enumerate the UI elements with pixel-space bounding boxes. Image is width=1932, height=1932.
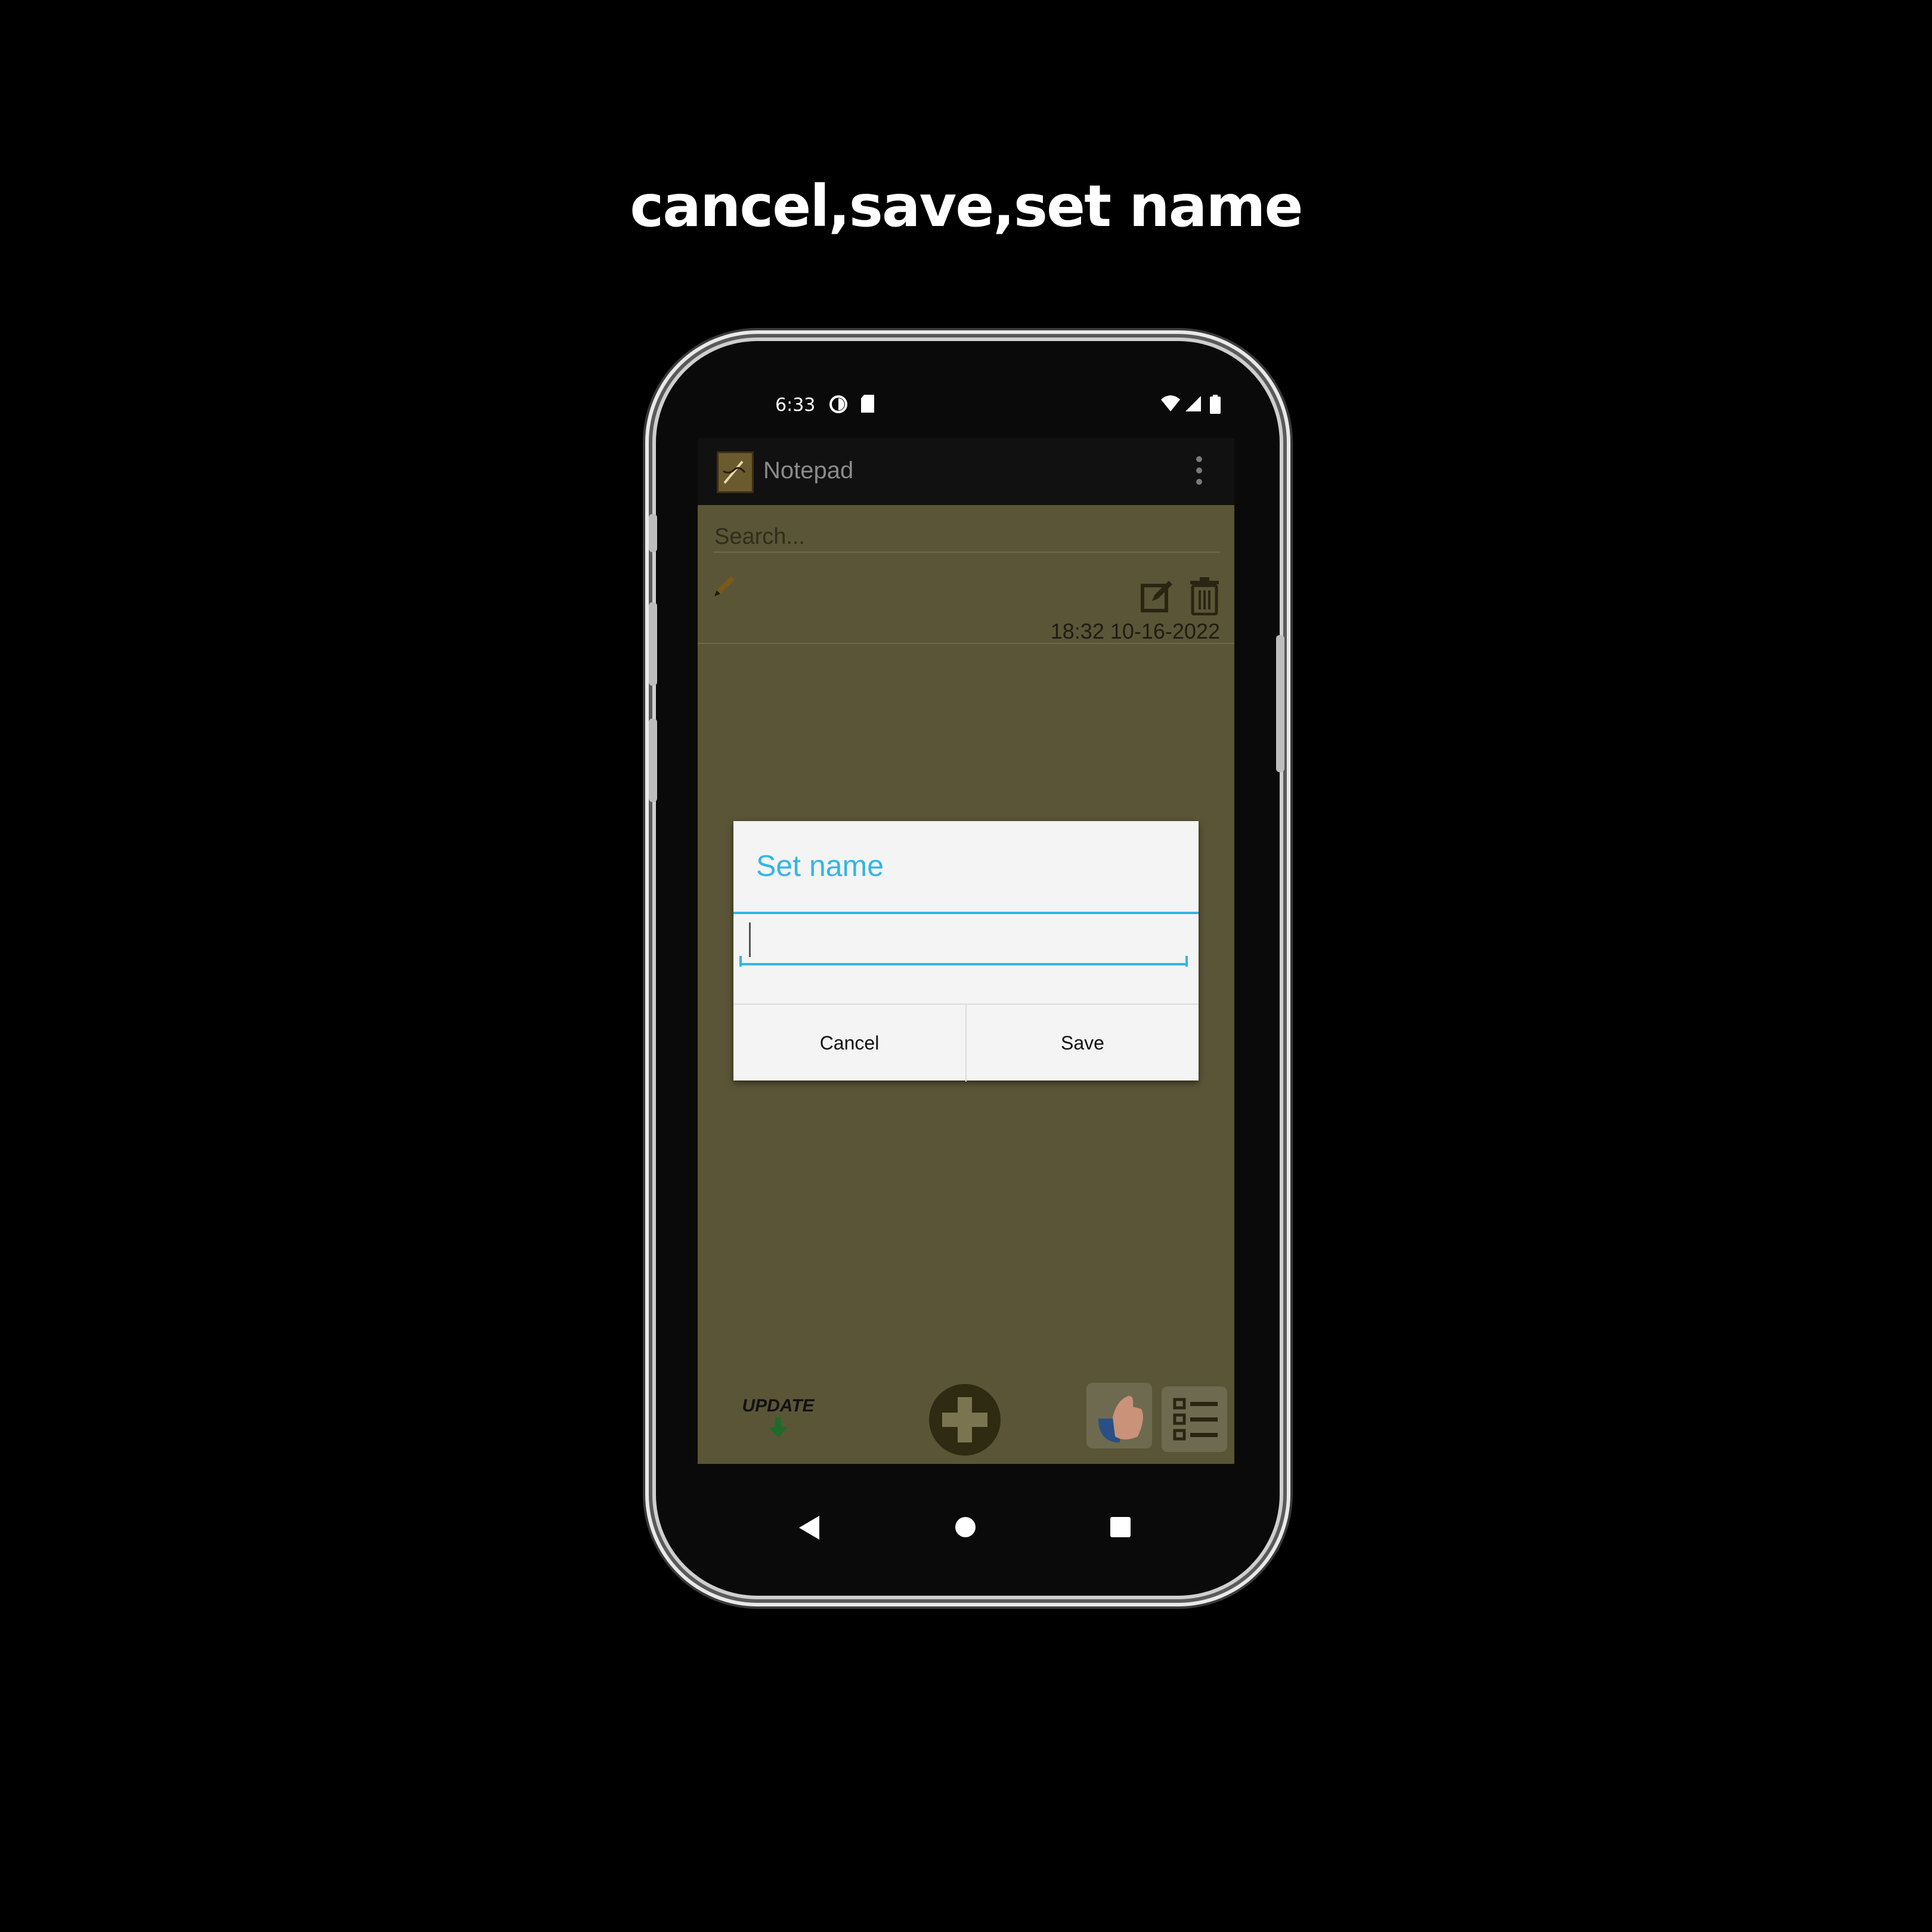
- input-left-edge: [739, 956, 742, 967]
- add-icon: [942, 1397, 987, 1442]
- back-icon[interactable]: [799, 1516, 819, 1540]
- text-cursor: [749, 922, 751, 957]
- add-note-button[interactable]: [929, 1384, 1001, 1456]
- recent-apps-icon[interactable]: [1110, 1517, 1131, 1537]
- list-view-button[interactable]: [1162, 1386, 1227, 1452]
- cancel-button[interactable]: Cancel: [733, 1005, 965, 1082]
- list-icon: [1173, 1398, 1218, 1441]
- signal-icon: [1184, 395, 1202, 417]
- battery-icon: [1209, 395, 1221, 419]
- note-list-item[interactable]: 18:32 10-16-2022: [698, 561, 1234, 644]
- trash-icon[interactable]: [1187, 576, 1222, 616]
- pencil-icon: [710, 572, 738, 601]
- caption-title: cancel,save,set name: [630, 173, 1303, 240]
- wifi-icon: [1160, 395, 1181, 417]
- dialog-button-bar: Cancel Save: [733, 1004, 1199, 1082]
- name-input[interactable]: [739, 926, 1188, 965]
- search-bar[interactable]: [713, 521, 1222, 553]
- update-button[interactable]: UPDATE: [739, 1396, 817, 1443]
- set-name-dialog: Set name Cancel Save: [733, 821, 1199, 1082]
- phone-side-button: [649, 514, 657, 552]
- home-icon[interactable]: [955, 1517, 976, 1537]
- status-bar: 6:33: [698, 382, 1234, 429]
- note-date: 18:32 10-16-2022: [1050, 619, 1220, 643]
- bottom-toolbar: UPDATE: [698, 1380, 1234, 1464]
- save-button[interactable]: Save: [967, 1005, 1199, 1082]
- phone-volume-up-button: [649, 602, 657, 686]
- data-saver-icon: [829, 395, 848, 419]
- update-label: UPDATE: [742, 1396, 815, 1416]
- notepad-logo-icon: [717, 451, 754, 493]
- download-arrow-icon: [769, 1417, 788, 1438]
- app-title: Notepad: [763, 457, 854, 484]
- system-nav-bar: [698, 1485, 1234, 1568]
- overflow-menu-icon[interactable]: [1196, 456, 1203, 490]
- input-right-edge: [1185, 956, 1188, 967]
- like-button[interactable]: [1086, 1383, 1152, 1448]
- search-input[interactable]: [713, 521, 1222, 553]
- sd-card-icon: [860, 395, 875, 417]
- dialog-title: Set name: [756, 849, 884, 883]
- app-bar: Notepad: [698, 438, 1234, 505]
- phone-volume-down-button: [649, 719, 657, 802]
- status-time: 6:33: [775, 395, 816, 416]
- dialog-title-divider: [733, 912, 1199, 914]
- phone-power-button: [1276, 635, 1284, 772]
- thumbs-up-icon: [1098, 1395, 1143, 1442]
- edit-icon[interactable]: [1139, 578, 1175, 614]
